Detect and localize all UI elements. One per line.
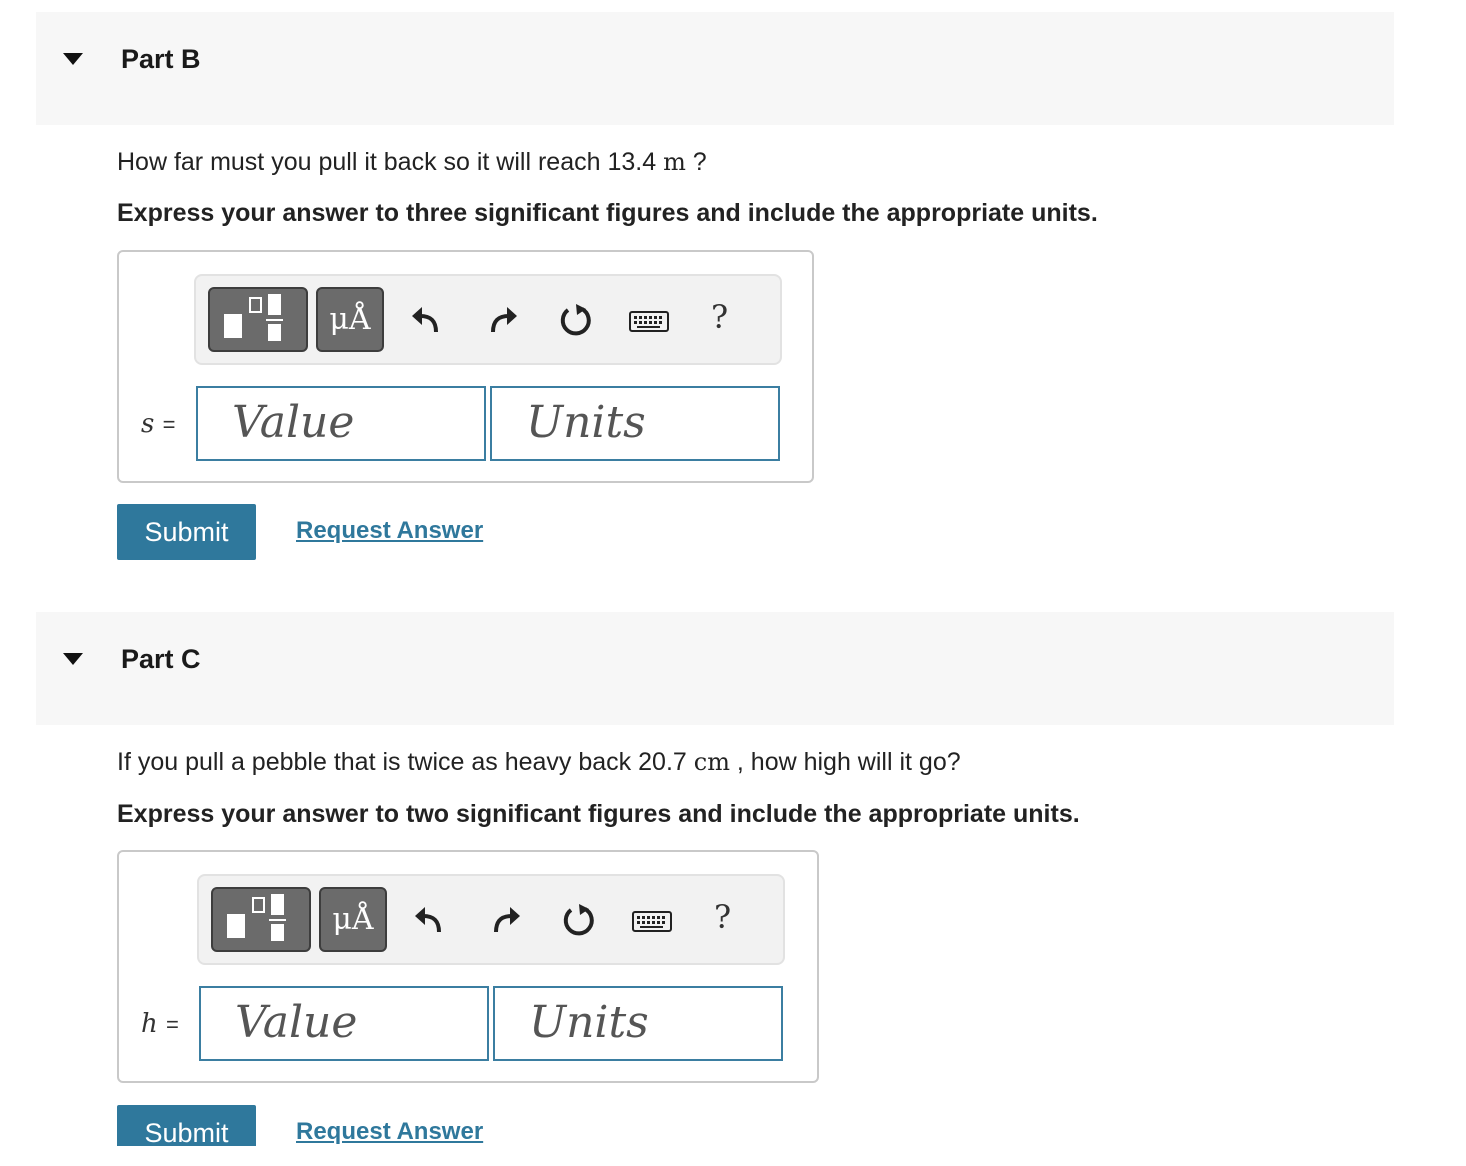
- part-c-title: Part C: [121, 644, 201, 674]
- undo-icon[interactable]: [406, 300, 446, 340]
- units-icon: μÅ: [329, 302, 371, 337]
- submit-button[interactable]: Submit: [117, 504, 256, 560]
- units-button[interactable]: μÅ: [316, 287, 384, 352]
- part-b-answer-box: μÅ ? s = Value Units: [117, 250, 814, 483]
- part-c-question: If you pull a pebble that is twice as he…: [117, 748, 961, 776]
- part-b-question: How far must you pull it back so it will…: [117, 148, 707, 176]
- collapse-caret-icon[interactable]: [63, 653, 83, 665]
- math-toolbar: μÅ ?: [197, 874, 785, 965]
- question-unit: cm: [693, 748, 730, 776]
- keyboard-icon[interactable]: [631, 900, 673, 940]
- undo-icon[interactable]: [409, 900, 449, 940]
- variable-label: s =: [141, 409, 176, 439]
- units-button[interactable]: μÅ: [319, 887, 387, 952]
- redo-icon[interactable]: [483, 300, 523, 340]
- reset-icon[interactable]: [559, 900, 599, 940]
- help-icon[interactable]: ?: [711, 298, 728, 336]
- question-unit: m: [663, 148, 686, 176]
- help-icon[interactable]: ?: [714, 898, 731, 936]
- keyboard-icon[interactable]: [628, 300, 670, 340]
- value-input[interactable]: Value: [196, 386, 486, 461]
- units-input[interactable]: Units: [490, 386, 780, 461]
- templates-icon: [227, 894, 286, 941]
- templates-icon: [224, 294, 283, 341]
- units-icon: μÅ: [332, 902, 374, 937]
- submit-button[interactable]: Submit: [117, 1105, 256, 1146]
- part-c-header[interactable]: [36, 612, 1394, 725]
- part-c-instruction: Express your answer to two significant f…: [117, 800, 1080, 828]
- variable-label: h =: [141, 1009, 179, 1039]
- part-b-title: Part B: [121, 44, 201, 74]
- reset-icon[interactable]: [556, 300, 596, 340]
- collapse-caret-icon[interactable]: [63, 53, 83, 65]
- request-answer-link[interactable]: Request Answer: [296, 517, 483, 545]
- part-c-answer-box: μÅ ? h = Value Units: [117, 850, 819, 1083]
- units-input[interactable]: Units: [493, 986, 783, 1061]
- redo-icon[interactable]: [486, 900, 526, 940]
- request-answer-link[interactable]: Request Answer: [296, 1118, 483, 1146]
- value-input[interactable]: Value: [199, 986, 489, 1061]
- part-b-header[interactable]: [36, 12, 1394, 125]
- templates-button[interactable]: [208, 287, 308, 352]
- math-toolbar: μÅ ?: [194, 274, 782, 365]
- bottom-clip: Submit Request Answer: [0, 1105, 1466, 1146]
- templates-button[interactable]: [211, 887, 311, 952]
- part-b-instruction: Express your answer to three significant…: [117, 199, 1098, 227]
